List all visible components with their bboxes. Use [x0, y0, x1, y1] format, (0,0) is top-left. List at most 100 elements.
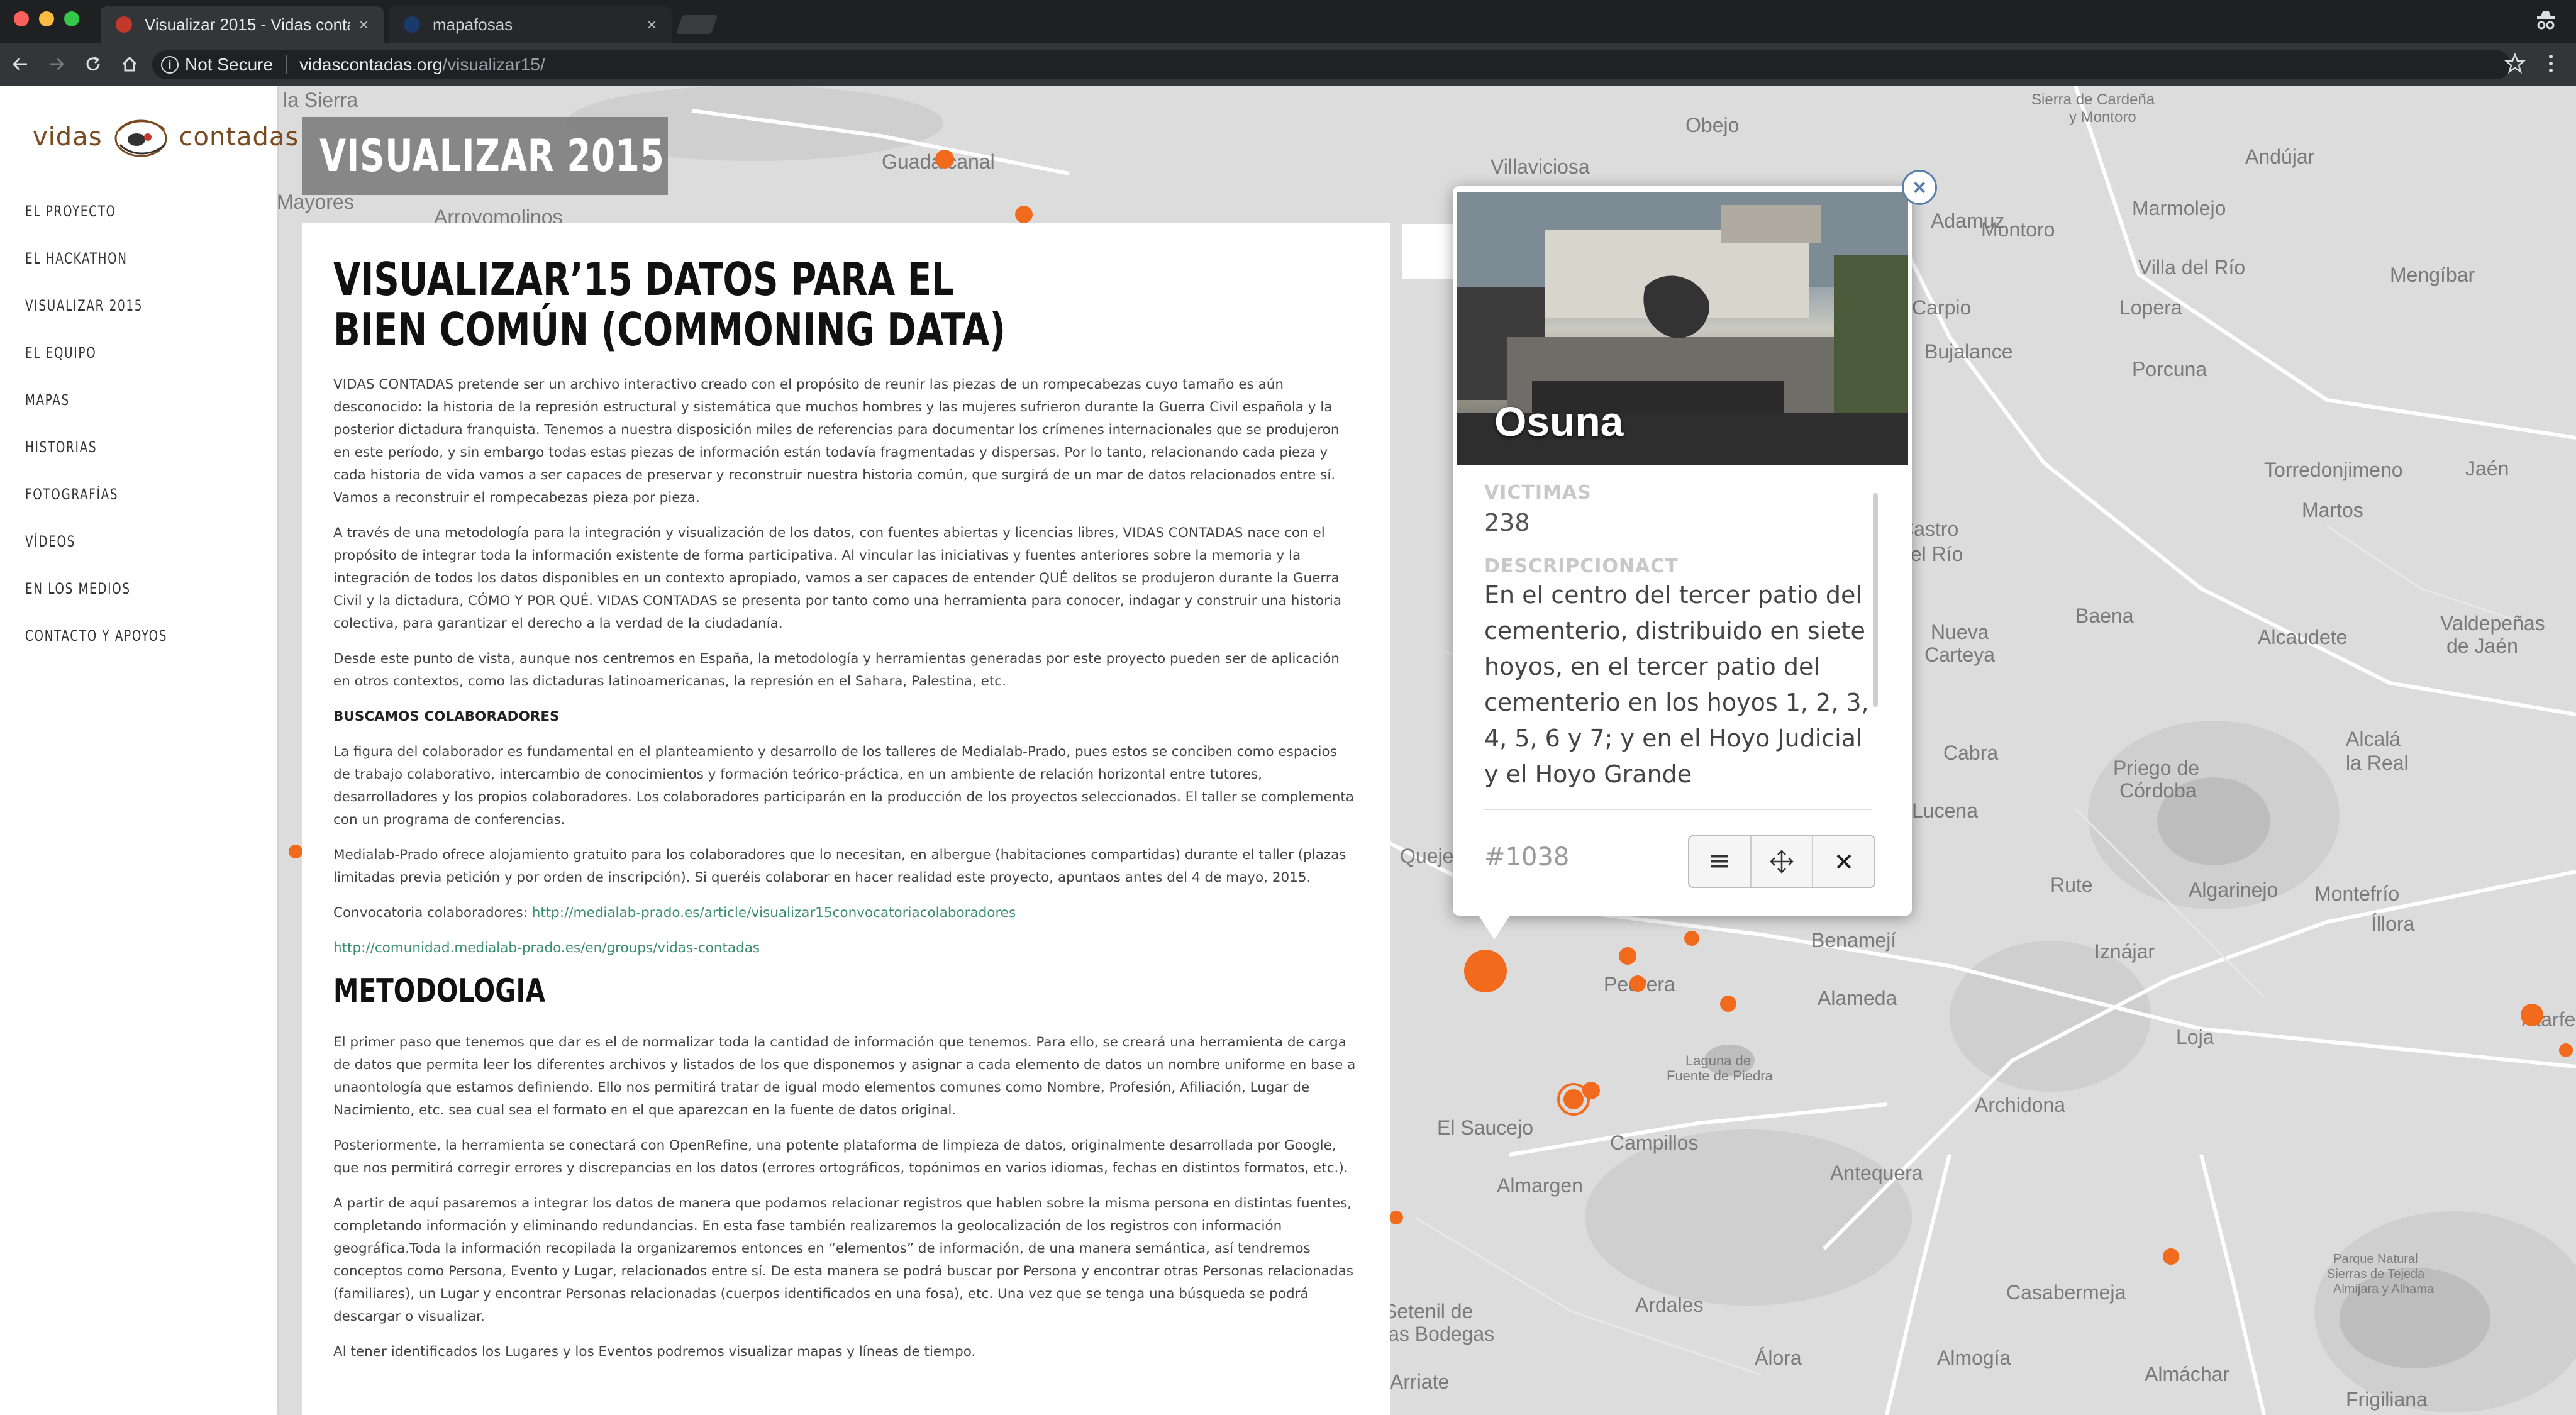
cemetery-photo: Osuna — [1457, 192, 1908, 465]
paragraph: Medialab-Prado ofrece alojamiento gratui… — [333, 847, 1346, 885]
paragraph: La figura del colaborador es fundamental… — [333, 744, 1354, 828]
paragraph: http://comunidad.medialab-prado.es/en/gr… — [333, 937, 1357, 960]
svg-text:Valdepeñas: Valdepeñas — [2440, 612, 2545, 635]
svg-text:Carpio: Carpio — [1912, 296, 1971, 319]
svg-text:Baena: Baena — [2075, 604, 2134, 627]
bookmark-star-icon[interactable] — [2504, 53, 2526, 74]
svg-text:Fuente de Piedra: Fuente de Piedra — [1667, 1068, 1774, 1084]
address-bar[interactable]: i Not Secure vidascontadas.org/visualiza… — [152, 50, 2511, 79]
forward-button[interactable] — [40, 48, 73, 80]
paragraph: Convocatoria colaboradores: http://media… — [333, 902, 1357, 924]
svg-text:Porcuna: Porcuna — [2132, 358, 2207, 380]
new-tab-button[interactable] — [675, 15, 718, 34]
paragraph: A partir de aquí pasaremos a integrar lo… — [333, 1196, 1353, 1324]
browser-tab-bar: Visualizar 2015 - Vidas contad × mapafos… — [0, 0, 2576, 43]
section-heading: METODOLOGIA — [333, 972, 546, 1010]
nav-item-el-proyecto[interactable]: EL PROYECTO — [25, 203, 192, 250]
svg-text:Rute: Rute — [2050, 874, 2093, 896]
url-path: /visualizar15/ — [442, 55, 545, 74]
svg-text:Casabermeja: Casabermeja — [2006, 1281, 2126, 1304]
tab-close-icon[interactable]: × — [647, 15, 657, 35]
svg-text:Córdoba: Córdoba — [2119, 779, 2197, 802]
svg-text:la Real: la Real — [2346, 752, 2409, 774]
window-close-button[interactable] — [14, 11, 29, 26]
popup-close-icon[interactable]: × — [1902, 170, 1937, 205]
svg-text:Priego de: Priego de — [2113, 757, 2199, 779]
security-label[interactable]: Not Secure — [185, 55, 273, 75]
svg-text:Antequera: Antequera — [1830, 1162, 1923, 1184]
nav-item-videos[interactable]: VÍDEOS — [25, 533, 192, 580]
sidebar: vidas contadas EL PROYECTO EL HACKATHON … — [0, 86, 298, 1415]
svg-text:Carteya: Carteya — [1924, 643, 1995, 666]
popup-card: Osuna × VICTIMAS 238 DESCRIPCIONACT En e… — [1453, 170, 1937, 916]
tab-close-icon[interactable]: × — [359, 15, 369, 35]
tab-mapafosas[interactable]: mapafosas × — [389, 6, 672, 43]
svg-text:las Bodegas: las Bodegas — [1384, 1323, 1494, 1345]
svg-text:Archidona: Archidona — [1975, 1094, 2065, 1116]
back-button[interactable] — [4, 48, 36, 80]
svg-text:Alcaudete: Alcaudete — [2258, 626, 2347, 648]
nav-label: HISTORIAS — [25, 438, 97, 456]
nav-label: VISUALIZAR 2015 — [25, 297, 143, 314]
svg-text:Sierra de Cardeña: Sierra de Cardeña — [2031, 91, 2155, 108]
site-logo[interactable]: vidas contadas — [33, 112, 299, 162]
community-link[interactable]: http://comunidad.medialab-prado.es/en/gr… — [333, 940, 760, 956]
description-label: DESCRIPCIONACT — [1484, 555, 1679, 577]
nav-item-el-hackathon[interactable]: EL HACKATHON — [25, 250, 192, 297]
svg-text:Martos: Martos — [2302, 499, 2363, 521]
svg-text:Setenil de: Setenil de — [1384, 1300, 1473, 1323]
svg-text:Arriate: Arriate — [1390, 1370, 1449, 1393]
paragraph: A través de una metodología para la inte… — [333, 525, 1342, 631]
svg-text:Jaén: Jaén — [2465, 457, 2509, 480]
popup-details[interactable]: VICTIMAS 238 DESCRIPCIONACT En el centro… — [1484, 482, 1880, 796]
nav-item-contacto-y-apoyos[interactable]: CONTACTO Y APOYOS — [25, 627, 192, 674]
logo-icon — [114, 119, 167, 157]
browser-menu-icon[interactable] — [2545, 53, 2557, 74]
nav-item-el-equipo[interactable]: EL EQUIPO — [25, 344, 192, 391]
nav-label: FOTOGRAFÍAS — [25, 486, 119, 503]
svg-text:Montoro: Montoro — [1981, 218, 2055, 241]
nav-item-visualizar-2015[interactable]: VISUALIZAR 2015 — [25, 297, 192, 344]
svg-text:Bujalance: Bujalance — [1924, 340, 2013, 363]
tab-title: mapafosas — [433, 14, 513, 34]
popup-scrollbar[interactable] — [1873, 493, 1878, 707]
popup-pointer — [1478, 914, 1511, 940]
nav-label: EL EQUIPO — [25, 344, 97, 362]
reload-icon — [86, 56, 100, 71]
svg-text:Cabra: Cabra — [1943, 741, 1998, 764]
nav-item-en-los-medios[interactable]: EN LOS MEDIOS — [25, 580, 192, 627]
forward-arrow-icon — [50, 57, 65, 71]
window-zoom-button[interactable] — [64, 11, 79, 26]
popup-place-name: Osuna — [1494, 398, 1624, 445]
profile-icon[interactable] — [2533, 9, 2558, 34]
svg-text:Nueva: Nueva — [1931, 621, 1989, 643]
tab-visualizar-2015[interactable]: Visualizar 2015 - Vidas contad × — [101, 6, 384, 43]
close-button[interactable] — [1813, 836, 1874, 887]
vidas-contadas-favicon-icon — [116, 16, 132, 33]
divider — [286, 55, 287, 74]
details-button[interactable] — [1689, 836, 1752, 887]
section-subheading: BUSCAMOS COLABORADORES — [333, 709, 560, 724]
main-navigation: EL PROYECTO EL HACKATHON VISUALIZAR 2015… — [25, 203, 192, 674]
svg-text:Almargen: Almargen — [1497, 1174, 1583, 1197]
svg-text:la Sierra: la Sierra — [283, 89, 358, 111]
move-arrows-icon — [1770, 850, 1794, 874]
nav-item-mapas[interactable]: MAPAS — [25, 391, 192, 438]
reload-button[interactable] — [77, 48, 109, 80]
svg-text:Campillos: Campillos — [1610, 1131, 1698, 1154]
info-icon[interactable]: i — [161, 56, 179, 74]
svg-text:Parque Natural: Parque Natural — [2333, 1252, 2418, 1266]
svg-text:Mengíbar: Mengíbar — [2390, 264, 2475, 286]
window-minimize-button[interactable] — [39, 11, 54, 26]
list-icon — [1711, 855, 1728, 868]
paragraph: El primer paso que tenemos que dar es el… — [333, 1035, 1356, 1118]
nav-label: EN LOS MEDIOS — [25, 580, 131, 597]
convocatoria-link[interactable]: http://medialab-prado.es/article/visuali… — [532, 905, 1016, 921]
nav-label: MAPAS — [25, 391, 70, 409]
home-button[interactable] — [113, 48, 146, 80]
svg-text:Frigiliana: Frigiliana — [2346, 1388, 2428, 1411]
nav-item-fotografias[interactable]: FOTOGRAFÍAS — [25, 486, 192, 533]
move-button[interactable] — [1752, 836, 1814, 887]
svg-text:Íllora: Íllora — [2371, 913, 2415, 935]
nav-item-historias[interactable]: HISTORIAS — [25, 438, 192, 486]
